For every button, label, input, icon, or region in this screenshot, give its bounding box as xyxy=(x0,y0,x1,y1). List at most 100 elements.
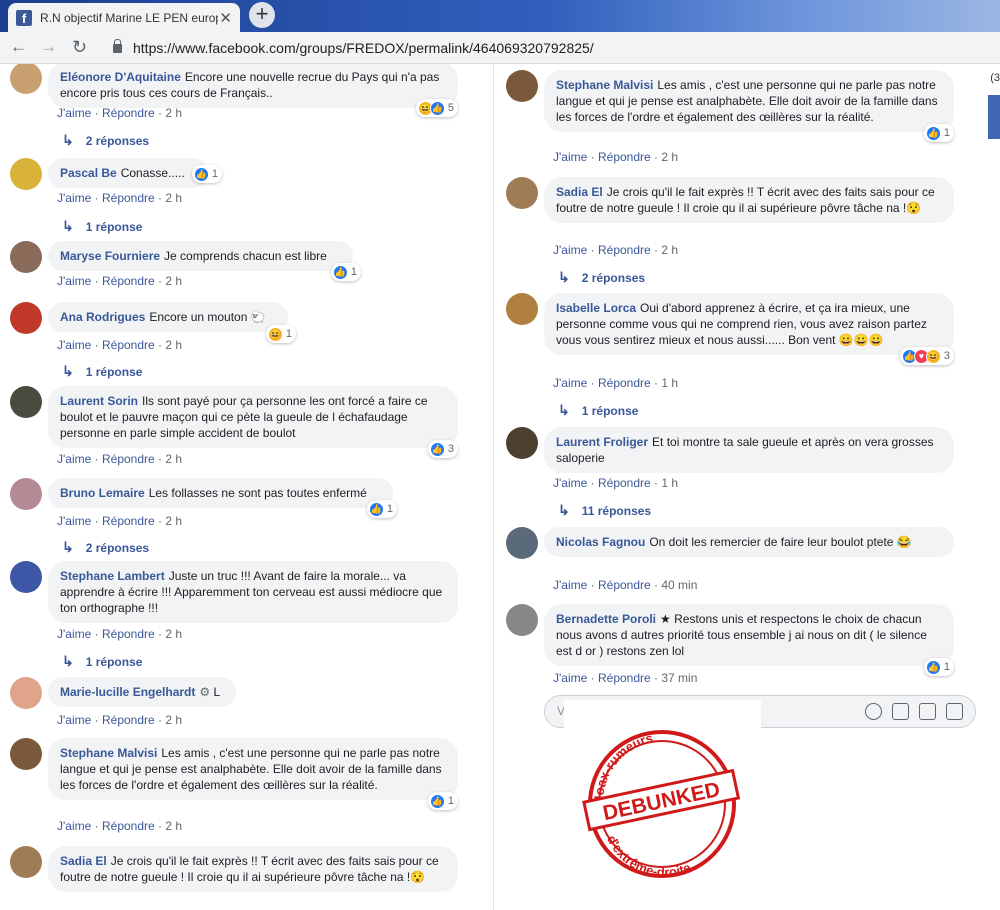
like-link[interactable]: J'aime xyxy=(553,671,587,685)
reaction-count[interactable]: 👍 1 xyxy=(191,165,222,183)
avatar[interactable] xyxy=(506,527,538,559)
view-replies-link[interactable]: ↳ 1 réponse xyxy=(558,402,638,419)
like-link[interactable]: J'aime xyxy=(57,819,91,833)
reply-link[interactable]: Répondre xyxy=(102,338,155,352)
like-link[interactable]: J'aime xyxy=(57,274,91,288)
comment-time[interactable]: 2 h xyxy=(165,627,182,641)
reply-link[interactable]: Répondre xyxy=(102,106,155,120)
like-link[interactable]: J'aime xyxy=(553,476,587,490)
author-name[interactable]: Stephane Lambert xyxy=(60,569,165,583)
view-replies-link[interactable]: ↳ 2 réponses xyxy=(62,132,149,149)
author-name[interactable]: Pascal Be xyxy=(60,166,117,180)
sticker-icon[interactable] xyxy=(946,703,963,720)
reply-link[interactable]: Répondre xyxy=(102,713,155,727)
reply-link[interactable]: Répondre xyxy=(102,452,155,466)
comment-time[interactable]: 2 h xyxy=(661,243,678,257)
view-replies-link[interactable]: ↳ 2 réponses xyxy=(62,539,149,556)
like-link[interactable]: J'aime xyxy=(57,452,91,466)
reaction-count[interactable]: 😆 👍 5 xyxy=(415,99,458,117)
emoji-icon[interactable] xyxy=(865,703,882,720)
view-replies-link[interactable]: ↳ 11 réponses xyxy=(558,502,651,519)
view-replies-link[interactable]: ↳ 2 réponses xyxy=(558,269,645,286)
avatar[interactable] xyxy=(10,846,42,878)
tab-close-icon[interactable]: ✕ xyxy=(219,9,232,27)
avatar[interactable] xyxy=(506,70,538,102)
comment-time[interactable]: 1 h xyxy=(661,376,678,390)
reply-link[interactable]: Répondre xyxy=(598,243,651,257)
address-bar[interactable]: https://www.facebook.com/groups/FREDOX/p… xyxy=(105,35,1000,61)
author-name[interactable]: Nicolas Fagnou xyxy=(556,535,645,549)
reply-link[interactable]: Répondre xyxy=(102,274,155,288)
reply-link[interactable]: Répondre xyxy=(102,514,155,528)
like-link[interactable]: J'aime xyxy=(57,514,91,528)
comment-time[interactable]: 40 min xyxy=(661,578,697,592)
author-name[interactable]: Stephane Malvisi xyxy=(60,746,157,760)
forward-icon[interactable]: → xyxy=(40,37,57,57)
view-replies-link[interactable]: ↳ 1 réponse xyxy=(62,653,142,670)
reaction-count[interactable]: 👍 ♥ 😆 3 xyxy=(899,347,954,365)
author-name[interactable]: Ana Rodrigues xyxy=(60,310,145,324)
avatar[interactable] xyxy=(506,604,538,636)
gif-icon[interactable] xyxy=(919,703,936,720)
like-link[interactable]: J'aime xyxy=(57,713,91,727)
avatar[interactable] xyxy=(10,478,42,510)
author-name[interactable]: Bruno Lemaire xyxy=(60,486,145,500)
like-link[interactable]: J'aime xyxy=(57,338,91,352)
author-name[interactable]: Laurent Sorin xyxy=(60,394,138,408)
avatar[interactable] xyxy=(10,241,42,273)
avatar[interactable] xyxy=(10,677,42,709)
author-name[interactable]: Eléonore D'Aquitaine xyxy=(60,70,181,84)
comment-time[interactable]: 2 h xyxy=(165,514,182,528)
reply-link[interactable]: Répondre xyxy=(598,578,651,592)
author-name[interactable]: Isabelle Lorca xyxy=(556,301,636,315)
view-replies-link[interactable]: ↳ 1 réponse xyxy=(62,363,142,380)
comment-time[interactable]: 2 h xyxy=(165,106,182,120)
like-link[interactable]: J'aime xyxy=(553,150,587,164)
avatar[interactable] xyxy=(10,386,42,418)
avatar[interactable] xyxy=(10,738,42,770)
reaction-count[interactable]: 👍 1 xyxy=(366,500,397,518)
browser-tab[interactable]: f R.N objectif Marine LE PEN europ ✕ xyxy=(8,3,240,32)
comment-time[interactable]: 2 h xyxy=(165,338,182,352)
like-link[interactable]: J'aime xyxy=(57,191,91,205)
avatar[interactable] xyxy=(10,64,42,94)
reply-link[interactable]: Répondre xyxy=(598,476,651,490)
like-link[interactable]: J'aime xyxy=(57,106,91,120)
author-name[interactable]: Stephane Malvisi xyxy=(556,78,653,92)
author-name[interactable]: Laurent Froliger xyxy=(556,435,648,449)
comment-time[interactable]: 2 h xyxy=(165,713,182,727)
reload-icon[interactable]: ↻ xyxy=(72,37,87,58)
avatar[interactable] xyxy=(10,158,42,190)
like-link[interactable]: J'aime xyxy=(553,578,587,592)
comment-time[interactable]: 2 h xyxy=(661,150,678,164)
reply-link[interactable]: Répondre xyxy=(598,671,651,685)
avatar[interactable] xyxy=(10,561,42,593)
avatar[interactable] xyxy=(506,427,538,459)
reply-link[interactable]: Répondre xyxy=(102,627,155,641)
reply-link[interactable]: Répondre xyxy=(102,191,155,205)
reaction-count[interactable]: 👍 1 xyxy=(923,124,954,142)
view-replies-link[interactable]: ↳ 1 réponse xyxy=(62,218,142,235)
reply-link[interactable]: Répondre xyxy=(598,376,651,390)
like-link[interactable]: J'aime xyxy=(553,376,587,390)
reaction-count[interactable]: 😆 1 xyxy=(265,325,296,343)
author-name[interactable]: Marie-lucille Engelhardt xyxy=(60,685,195,699)
author-name[interactable]: Bernadette Poroli xyxy=(556,612,656,626)
camera-icon[interactable] xyxy=(892,703,909,720)
comment-time[interactable]: 2 h xyxy=(165,274,182,288)
author-name[interactable]: Sadia El xyxy=(60,854,107,868)
reply-link[interactable]: Répondre xyxy=(102,819,155,833)
comment-time[interactable]: 37 min xyxy=(661,671,697,685)
author-name[interactable]: Sadia El xyxy=(556,185,603,199)
avatar[interactable] xyxy=(506,177,538,209)
comment-time[interactable]: 1 h xyxy=(661,476,678,490)
reaction-count[interactable]: 👍 1 xyxy=(427,792,458,810)
comment-time[interactable]: 2 h xyxy=(165,819,182,833)
reaction-count[interactable]: 👍 3 xyxy=(427,440,458,458)
comment-time[interactable]: 2 h xyxy=(165,452,182,466)
back-icon[interactable]: ← xyxy=(10,37,27,57)
like-link[interactable]: J'aime xyxy=(553,243,587,257)
reaction-count[interactable]: 👍 1 xyxy=(923,658,954,676)
reply-link[interactable]: Répondre xyxy=(598,150,651,164)
comment-time[interactable]: 2 h xyxy=(165,191,182,205)
